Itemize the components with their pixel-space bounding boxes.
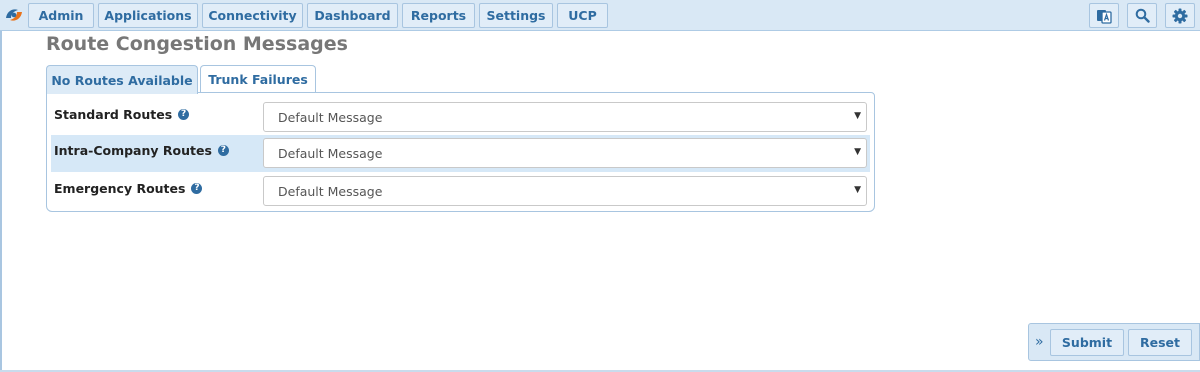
nav-dashboard[interactable]: Dashboard: [307, 3, 398, 28]
form-row-label: Emergency Routes ?: [54, 181, 203, 196]
app-logo-icon[interactable]: [3, 4, 25, 26]
language-icon: [1097, 9, 1112, 24]
standard-routes-label: Standard Routes: [54, 107, 173, 122]
intra-company-routes-value: Default Message: [278, 145, 383, 161]
standard-routes-select[interactable]: Default Message ▼: [263, 102, 867, 132]
help-icon[interactable]: ?: [178, 109, 190, 120]
nav-settings[interactable]: Settings: [479, 3, 553, 28]
submit-button[interactable]: Submit: [1050, 329, 1124, 356]
intra-company-routes-select[interactable]: Default Message ▼: [263, 138, 867, 168]
collapse-action-bar-icon[interactable]: »: [1035, 334, 1044, 350]
tab-trunk-failures[interactable]: Trunk Failures: [200, 65, 316, 93]
form-row-emergency-routes: Emergency Routes ? Default Message ▼: [51, 173, 870, 210]
emergency-routes-label: Emergency Routes: [54, 181, 186, 196]
nav-reports[interactable]: Reports: [402, 3, 475, 28]
help-icon[interactable]: ?: [191, 183, 203, 194]
top-nav-bar: Admin Applications Connectivity Dashboar…: [0, 0, 1200, 31]
nav-connectivity[interactable]: Connectivity: [202, 3, 303, 28]
form-row-label: Standard Routes ?: [54, 107, 190, 122]
tab-no-routes-available[interactable]: No Routes Available: [46, 65, 198, 94]
standard-routes-value: Default Message: [278, 109, 383, 125]
form-row-intra-company-routes: Intra-Company Routes ? Default Message ▼: [51, 135, 870, 172]
search-button[interactable]: [1127, 3, 1157, 28]
reset-button[interactable]: Reset: [1128, 329, 1192, 356]
emergency-routes-value: Default Message: [278, 183, 383, 199]
left-edge: [0, 0, 2, 372]
dropdown-arrow-icon: ▼: [854, 185, 861, 195]
form-row-standard-routes: Standard Routes ? Default Message ▼: [51, 99, 870, 136]
help-icon[interactable]: ?: [217, 145, 229, 156]
settings-button[interactable]: [1165, 3, 1195, 28]
dropdown-arrow-icon: ▼: [854, 147, 861, 157]
action-bar: » Submit Reset: [1028, 323, 1200, 361]
emergency-routes-select[interactable]: Default Message ▼: [263, 176, 867, 206]
language-button[interactable]: [1089, 3, 1119, 28]
nav-ucp[interactable]: UCP: [557, 3, 608, 28]
route-messages-panel: Standard Routes ? Default Message ▼ Intr…: [46, 92, 875, 212]
intra-company-routes-label: Intra-Company Routes: [54, 143, 212, 158]
form-row-label: Intra-Company Routes ?: [54, 143, 229, 158]
dropdown-arrow-icon: ▼: [854, 111, 861, 121]
gear-icon: [1172, 8, 1188, 23]
page-title: Route Congestion Messages: [46, 33, 348, 55]
nav-admin[interactable]: Admin: [28, 3, 94, 28]
search-icon: [1135, 8, 1150, 23]
nav-applications[interactable]: Applications: [98, 3, 198, 28]
